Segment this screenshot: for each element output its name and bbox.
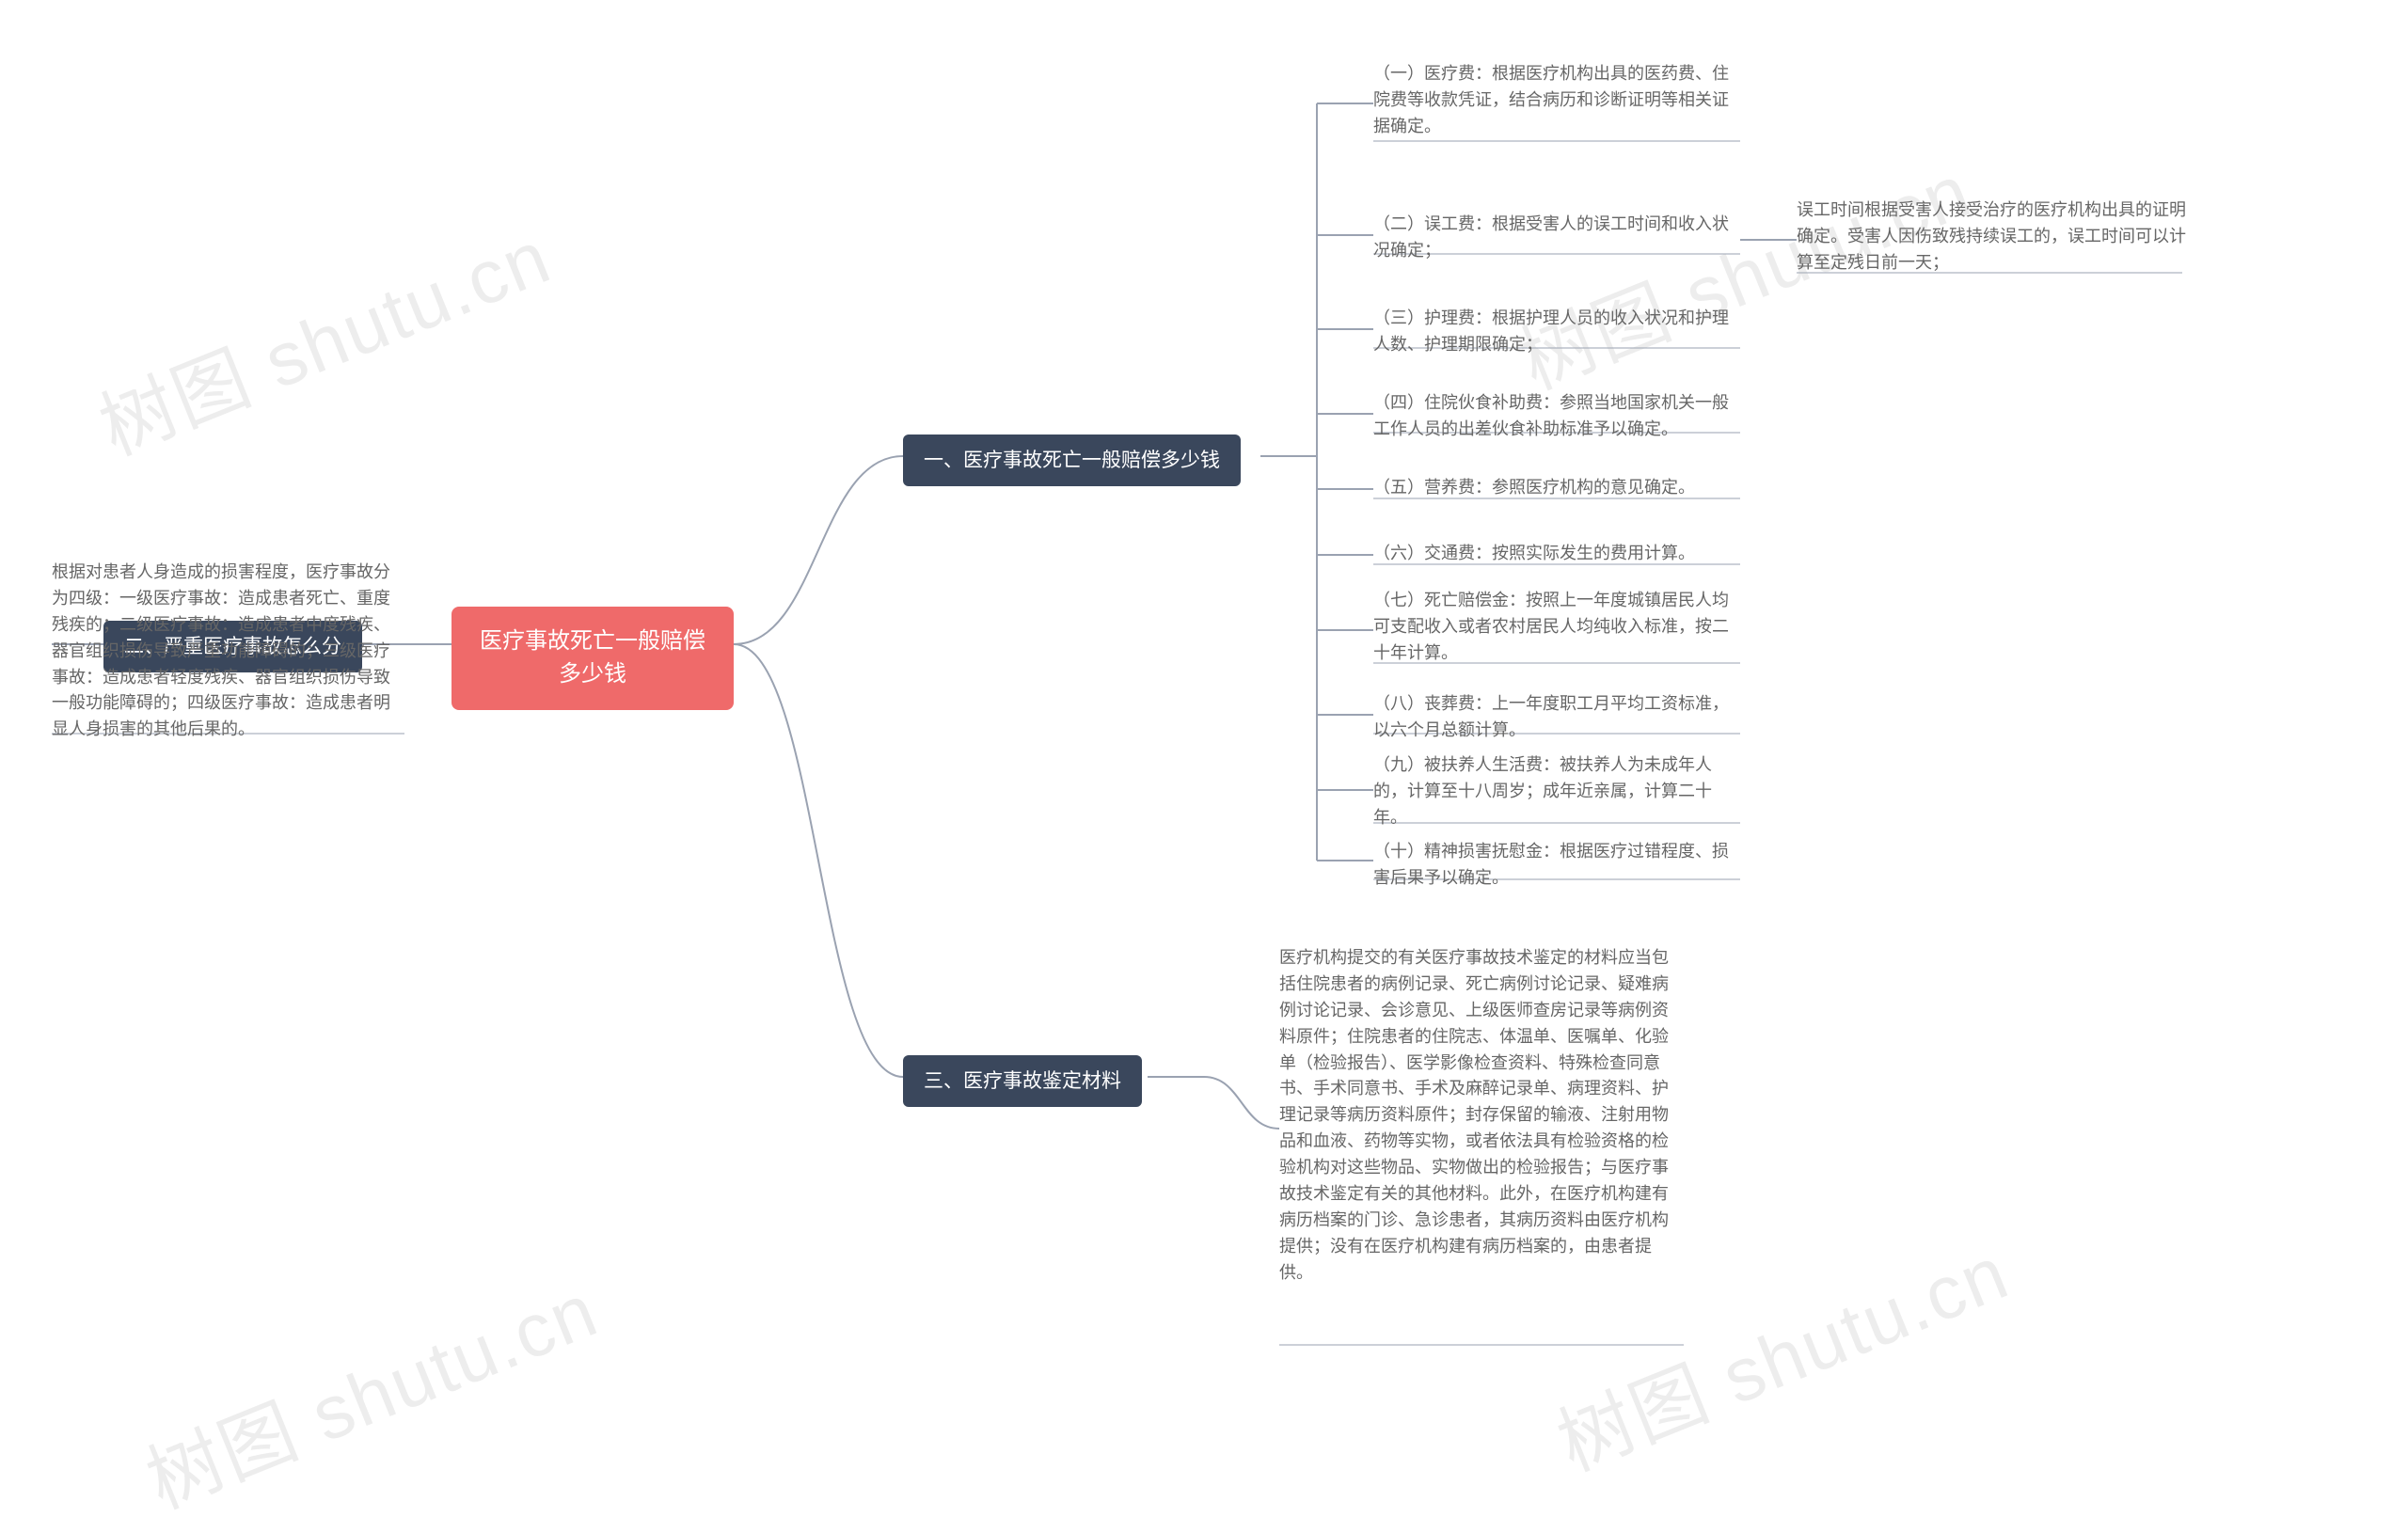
- item-medical-fee: （一）医疗费：根据医疗机构出具的医药费、住院费等收款凭证，结合病历和诊断证明等相…: [1373, 61, 1740, 140]
- item-mental-damage: （十）精神损害抚慰金：根据医疗过错程度、损害后果予以确定。: [1373, 839, 1740, 892]
- watermark: 树图 shutu.cn: [129, 1250, 611, 1517]
- item-meal-subsidy: （四）住院伙食补助费：参照当地国家机关一般工作人员的出差伙食补助标准予以确定。: [1373, 390, 1740, 443]
- item-death-compensation: （七）死亡赔偿金：按照上一年度城镇居民人均可支配收入或者农村居民人均纯收入标准，…: [1373, 588, 1740, 667]
- branch-compensation[interactable]: 一、医疗事故死亡一般赔偿多少钱: [903, 435, 1241, 486]
- materials-desc: 医疗机构提交的有关医疗事故技术鉴定的材料应当包括住院患者的病例记录、死亡病例讨论…: [1279, 945, 1684, 1287]
- item-funeral-fee: （八）丧葬费：上一年度职工月平均工资标准，以六个月总额计算。: [1373, 691, 1740, 744]
- item-transport-fee: （六）交通费：按照实际发生的费用计算。: [1373, 541, 1740, 567]
- item-nutrition-fee: （五）营养费：参照医疗机构的意见确定。: [1373, 475, 1740, 501]
- root-title: 医疗事故死亡一般赔偿多少钱: [480, 628, 705, 687]
- item-dependent-living: （九）被扶养人生活费：被扶养人为未成年人的，计算至十八周岁；成年近亲属，计算二十…: [1373, 752, 1740, 831]
- branch-label: 一、医疗事故死亡一般赔偿多少钱: [924, 450, 1220, 471]
- classification-desc: 根据对患者人身造成的损害程度，医疗事故分为四级：一级医疗事故：造成患者死亡、重度…: [52, 560, 404, 743]
- item-lost-wages-sub: 误工时间根据受害人接受治疗的医疗机构出具的证明确定。受害人因伤致残持续误工的，误…: [1797, 198, 2192, 277]
- root-node[interactable]: 医疗事故死亡一般赔偿多少钱: [452, 607, 734, 710]
- watermark: 树图 shutu.cn: [82, 197, 564, 476]
- branch-label: 三、医疗事故鉴定材料: [924, 1070, 1121, 1092]
- branch-materials[interactable]: 三、医疗事故鉴定材料: [903, 1055, 1142, 1107]
- item-nursing-fee: （三）护理费：根据护理人员的收入状况和护理人数、护理期限确定；: [1373, 306, 1740, 358]
- item-lost-wages: （二）误工费：根据受害人的误工时间和收入状况确定；: [1373, 212, 1740, 264]
